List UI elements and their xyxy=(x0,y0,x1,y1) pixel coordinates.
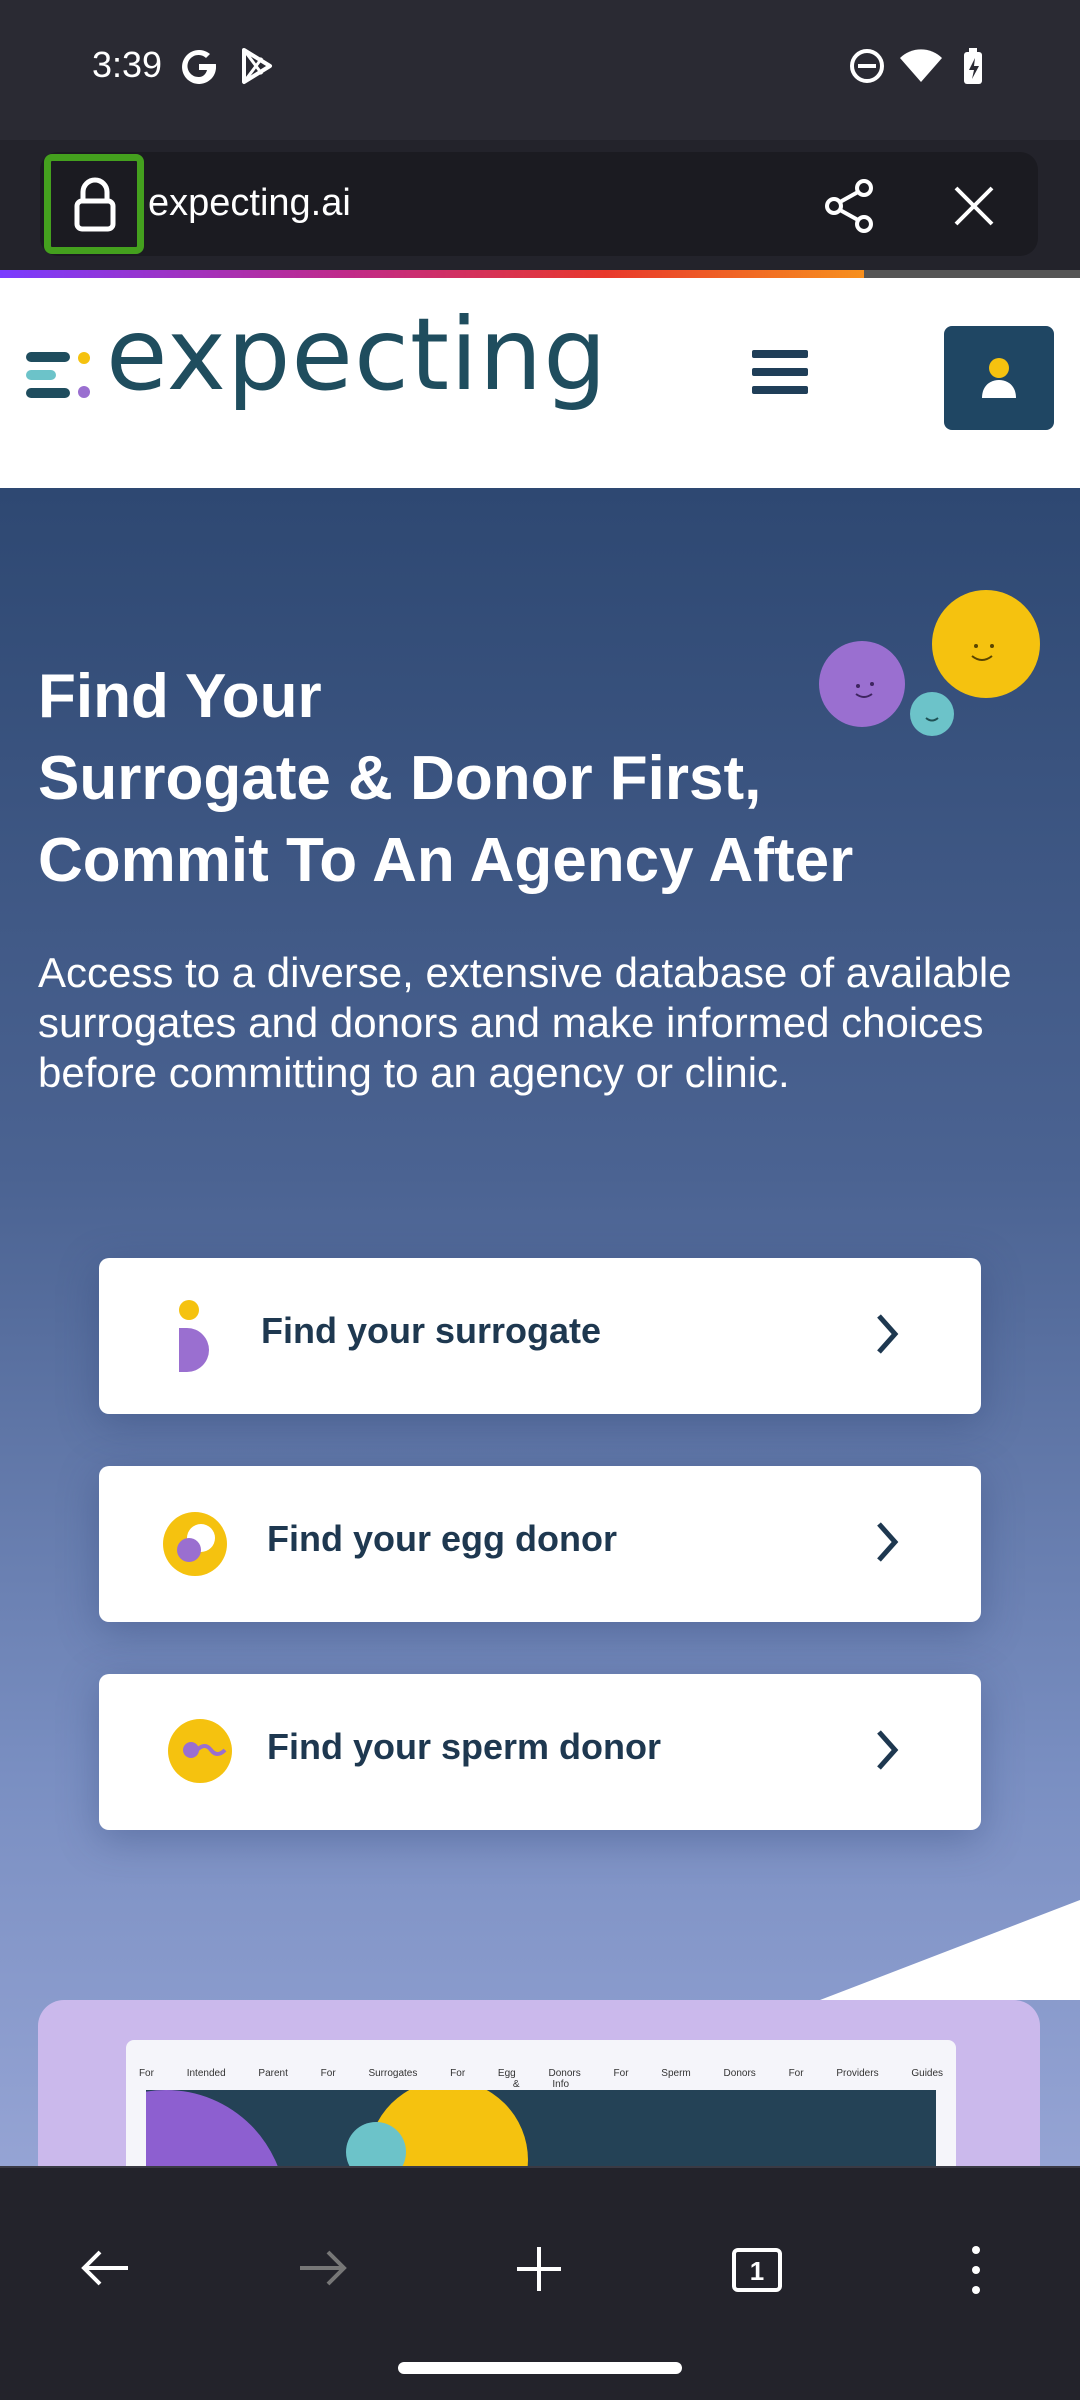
surrogate-icon xyxy=(179,1300,209,1372)
google-icon xyxy=(182,49,217,84)
battery-charging-icon xyxy=(964,48,982,84)
hero-title-line: Find Your xyxy=(38,662,322,731)
hero-title-line: Commit To An Agency After xyxy=(38,826,854,895)
status-time: 3:39 xyxy=(92,44,163,85)
lock-button[interactable] xyxy=(44,154,144,254)
hero-subtitle: Access to a diverse, extensive database … xyxy=(38,949,1012,1096)
preview-nav: For Intended Parent For Surrogates For E… xyxy=(126,2068,956,2090)
home-gesture-bar[interactable] xyxy=(398,2362,682,2374)
play-store-icon xyxy=(242,48,272,84)
hero-title: Find Your Surrogate & Donor First, Commi… xyxy=(38,656,1038,902)
egg-donor-icon xyxy=(163,1512,227,1576)
tab-count: 1 xyxy=(749,2256,765,2286)
tab-switcher-button[interactable]: 1 xyxy=(732,2248,782,2292)
forward-arrow-icon[interactable] xyxy=(296,2246,350,2290)
hero-title-line: Surrogate & Donor First, xyxy=(38,744,762,813)
do-not-disturb-icon xyxy=(850,49,884,83)
sperm-donor-icon xyxy=(168,1719,232,1783)
card-label: Find your sperm donor xyxy=(267,1726,662,1767)
close-icon[interactable] xyxy=(950,182,998,230)
site-logo[interactable]: expecting xyxy=(106,296,608,413)
card-label: Find your surrogate xyxy=(261,1310,602,1351)
preview-nav-item: For Intended Parent xyxy=(138,2068,288,2079)
decorative-wedge xyxy=(820,1900,1080,2000)
url-text[interactable]: expecting.ai xyxy=(148,182,351,225)
more-options-icon[interactable] xyxy=(966,2244,986,2296)
find-egg-donor-button[interactable]: Find your egg donor xyxy=(99,1466,981,1622)
find-surrogate-button[interactable]: Find your surrogate xyxy=(99,1258,981,1414)
preview-nav-item: For Sperm Donors xyxy=(613,2068,756,2079)
new-tab-icon[interactable] xyxy=(514,2244,564,2294)
hamburger-menu-icon[interactable] xyxy=(752,350,808,400)
wifi-icon xyxy=(900,49,942,82)
preview-nav-item: For Surrogates xyxy=(320,2068,418,2079)
chevron-right-icon xyxy=(877,1522,899,1562)
preview-nav-item: For Egg Donors xyxy=(450,2068,581,2079)
chevron-right-icon xyxy=(877,1730,899,1770)
card-label: Find your egg donor xyxy=(267,1518,617,1559)
account-button[interactable] xyxy=(944,326,1054,430)
page-load-progress xyxy=(0,270,864,278)
logo-mark-icon[interactable] xyxy=(26,350,92,402)
user-icon xyxy=(982,358,1016,398)
share-icon[interactable] xyxy=(822,178,878,234)
back-arrow-icon[interactable] xyxy=(78,2246,132,2290)
preview-nav-item: For Providers xyxy=(788,2068,879,2079)
find-sperm-donor-button[interactable]: Find your sperm donor xyxy=(99,1674,981,1830)
lock-icon xyxy=(74,177,116,232)
page-load-progress-track xyxy=(864,270,1080,278)
status-bar: 3:39 xyxy=(0,0,1080,140)
chevron-right-icon xyxy=(877,1314,899,1354)
